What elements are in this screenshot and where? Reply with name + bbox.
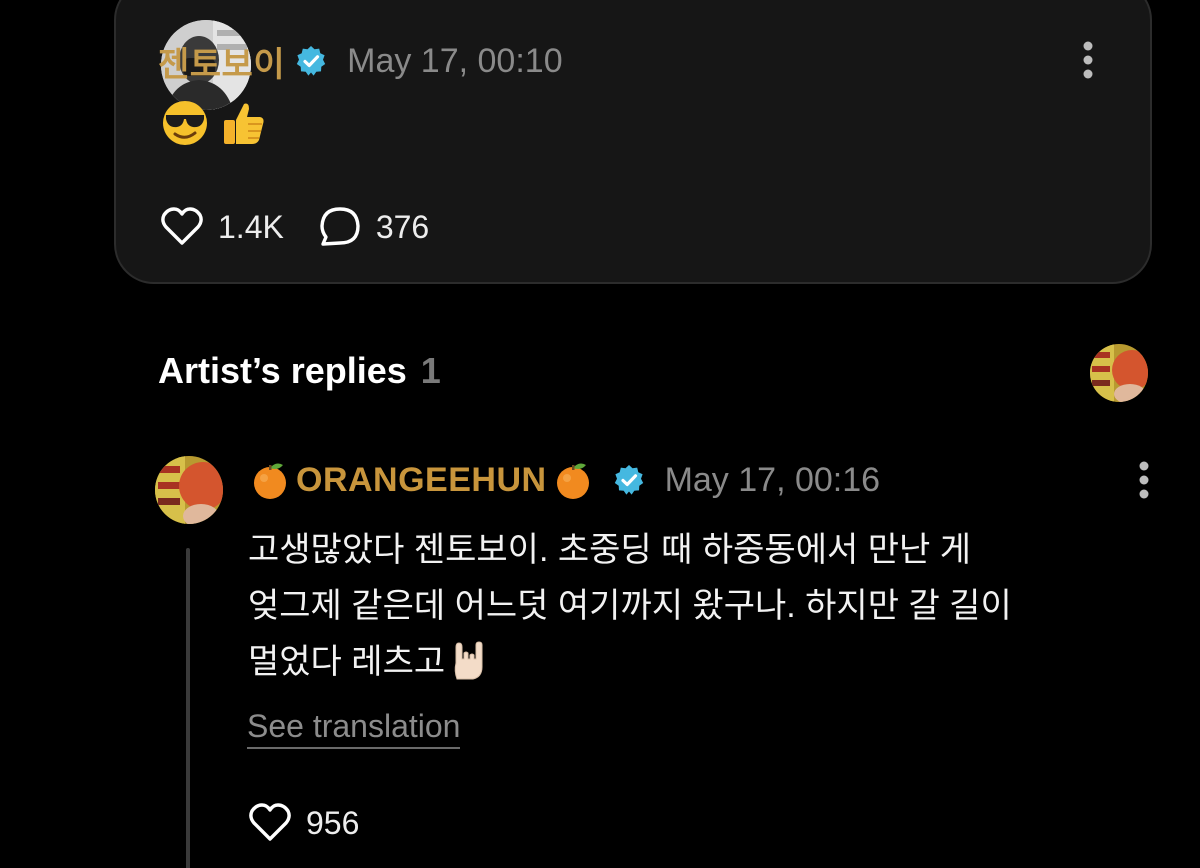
reply-actions: 956 [248, 800, 393, 846]
post-timestamp: May 17, 00:10 [347, 41, 563, 80]
reply-body-line: 멀었다 레츠고 [248, 643, 446, 681]
smiling-face-with-sunglasses-icon [160, 98, 210, 148]
reply-like-count: 956 [306, 804, 360, 841]
tangerine-icon [553, 460, 593, 500]
reply-username[interactable]: ORANGEEHUN [296, 461, 547, 500]
page: 젠토보이 May 17, 00:10 1.4K 376 Artist’s rep… [0, 0, 1200, 868]
artist-avatar-thumbnail[interactable] [1088, 342, 1150, 404]
sign-of-the-horns-icon [451, 641, 487, 681]
verified-badge-icon [613, 464, 645, 496]
comment-bubble-icon[interactable] [318, 205, 362, 249]
reply-more-options-icon[interactable] [1138, 460, 1150, 500]
post-header-row: 젠토보이 May 17, 00:10 [158, 40, 563, 84]
post-like-count: 1.4K [218, 208, 284, 245]
artist-replies-title: Artist’s replies [158, 350, 407, 391]
reply-author-avatar[interactable] [155, 456, 223, 524]
heart-icon[interactable] [248, 801, 292, 845]
post-comment-count: 376 [375, 208, 430, 245]
reply-thread-line [186, 548, 190, 868]
tangerine-icon [250, 460, 290, 500]
post-more-options-icon[interactable] [1082, 40, 1094, 80]
artist-replies-heading: Artist’s replies 1 [158, 350, 441, 392]
heart-icon[interactable] [160, 205, 204, 249]
artist-replies-count: 1 [420, 350, 441, 391]
reply-body: 고생많았다 젠토보이. 초중딩 때 하중동에서 만난 게 엊그제 같은데 어느덧… [248, 522, 1108, 690]
see-translation-link[interactable]: See translation [247, 708, 461, 749]
reply-body-line: 고생많았다 젠토보이. 초중딩 때 하중동에서 만난 게 [248, 531, 972, 569]
thumbs-up-icon [218, 98, 268, 148]
post-actions: 1.4K 376 [160, 204, 463, 250]
reply-body-line: 엊그제 같은데 어느덧 여기까지 왔구나. 하지만 갈 길이 [248, 587, 1012, 625]
reply-timestamp: May 17, 00:16 [664, 460, 881, 499]
reply-header: ORANGEEHUN May 17, 00:16 [250, 458, 880, 502]
post-username[interactable]: 젠토보이 [158, 37, 285, 86]
verified-badge-icon [295, 45, 327, 77]
post-content [160, 98, 268, 148]
reply-body-last-line: 멀었다 레츠고 [248, 634, 1108, 690]
